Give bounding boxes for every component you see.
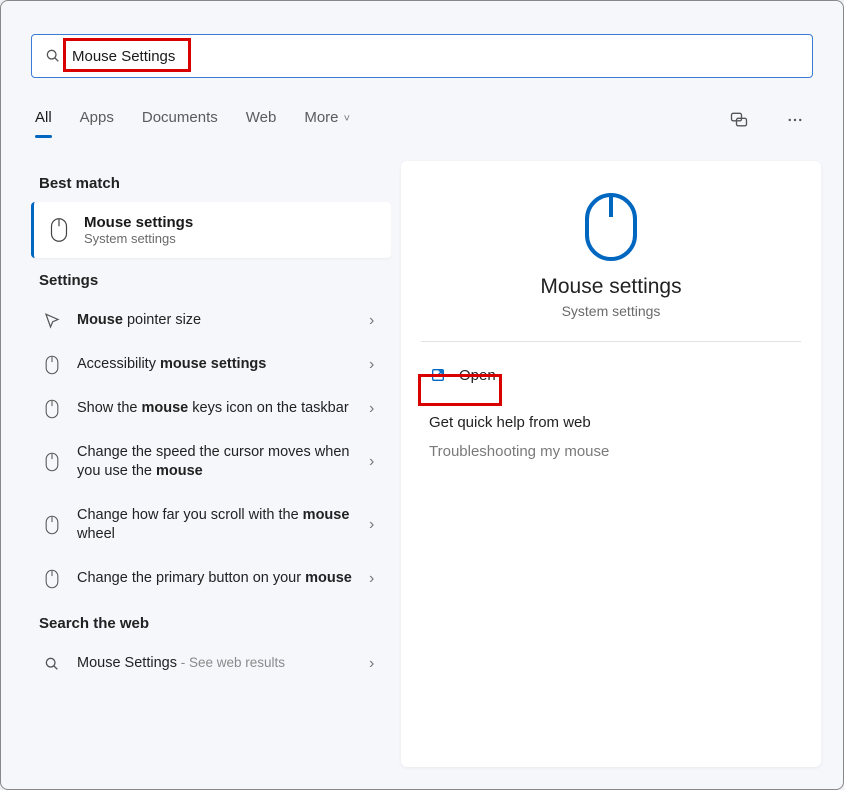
search-window: All Apps Documents Web More ˅ Best match…	[0, 0, 844, 790]
chevron-right-icon: ›	[369, 400, 383, 418]
best-match-result[interactable]: Mouse settings System settings	[31, 202, 391, 258]
settings-item-accessibility[interactable]: Accessibility mouse settings ›	[31, 343, 391, 387]
chevron-right-icon: ›	[369, 516, 383, 534]
quick-help-header: Get quick help from web	[425, 408, 797, 437]
best-match-subtitle: System settings	[84, 231, 193, 246]
mouse-icon	[41, 399, 63, 419]
mouse-icon	[41, 452, 63, 472]
best-match-title: Mouse settings	[84, 214, 193, 231]
mouse-icon	[41, 515, 63, 535]
tab-web[interactable]: Web	[246, 101, 277, 138]
web-result[interactable]: Mouse Settings - See web results ›	[31, 642, 391, 686]
tab-apps[interactable]: Apps	[80, 101, 114, 138]
mouse-icon	[41, 569, 63, 589]
more-options-icon[interactable]	[781, 106, 809, 134]
open-external-icon	[429, 366, 447, 384]
tab-more[interactable]: More ˅	[304, 101, 350, 138]
section-settings: Settings	[39, 272, 391, 289]
settings-item-primary-button[interactable]: Change the primary button on your mouse …	[31, 557, 391, 601]
chevron-right-icon: ›	[369, 570, 383, 588]
mouse-icon	[41, 355, 63, 375]
settings-list: Mouse pointer size › Accessibility mouse…	[31, 299, 391, 601]
open-action[interactable]: Open	[425, 360, 797, 390]
tab-all[interactable]: All	[35, 101, 52, 138]
mouse-icon-large	[583, 191, 639, 263]
detail-subtitle: System settings	[425, 303, 797, 319]
section-search-web: Search the web	[39, 615, 391, 632]
open-label: Open	[459, 367, 496, 384]
detail-panel: Mouse settings System settings Open Get …	[401, 161, 821, 767]
divider	[421, 341, 801, 342]
search-bar[interactable]	[31, 34, 813, 78]
cursor-icon	[41, 312, 63, 330]
troubleshoot-link[interactable]: Troubleshooting my mouse	[425, 437, 797, 466]
settings-item-pointer-size[interactable]: Mouse pointer size ›	[31, 299, 391, 343]
chat-icon[interactable]	[725, 106, 753, 134]
section-best-match: Best match	[39, 175, 391, 192]
chevron-right-icon: ›	[369, 356, 383, 374]
mouse-icon	[48, 219, 70, 241]
settings-item-scroll-wheel[interactable]: Change how far you scroll with the mouse…	[31, 494, 391, 557]
settings-item-show-keys-icon[interactable]: Show the mouse keys icon on the taskbar …	[31, 387, 391, 431]
search-input[interactable]	[72, 48, 800, 65]
search-icon	[41, 656, 63, 672]
chevron-right-icon: ›	[369, 453, 383, 471]
chevron-right-icon: ›	[369, 655, 383, 673]
settings-item-cursor-speed[interactable]: Change the speed the cursor moves when y…	[31, 431, 391, 494]
search-icon	[44, 47, 62, 65]
chevron-down-icon: ˅	[341, 113, 350, 125]
results-panel: Best match Mouse settings System setting…	[31, 161, 391, 779]
tab-documents[interactable]: Documents	[142, 101, 218, 138]
filter-tabs: All Apps Documents Web More ˅	[35, 101, 809, 138]
detail-title: Mouse settings	[425, 275, 797, 299]
chevron-right-icon: ›	[369, 312, 383, 330]
